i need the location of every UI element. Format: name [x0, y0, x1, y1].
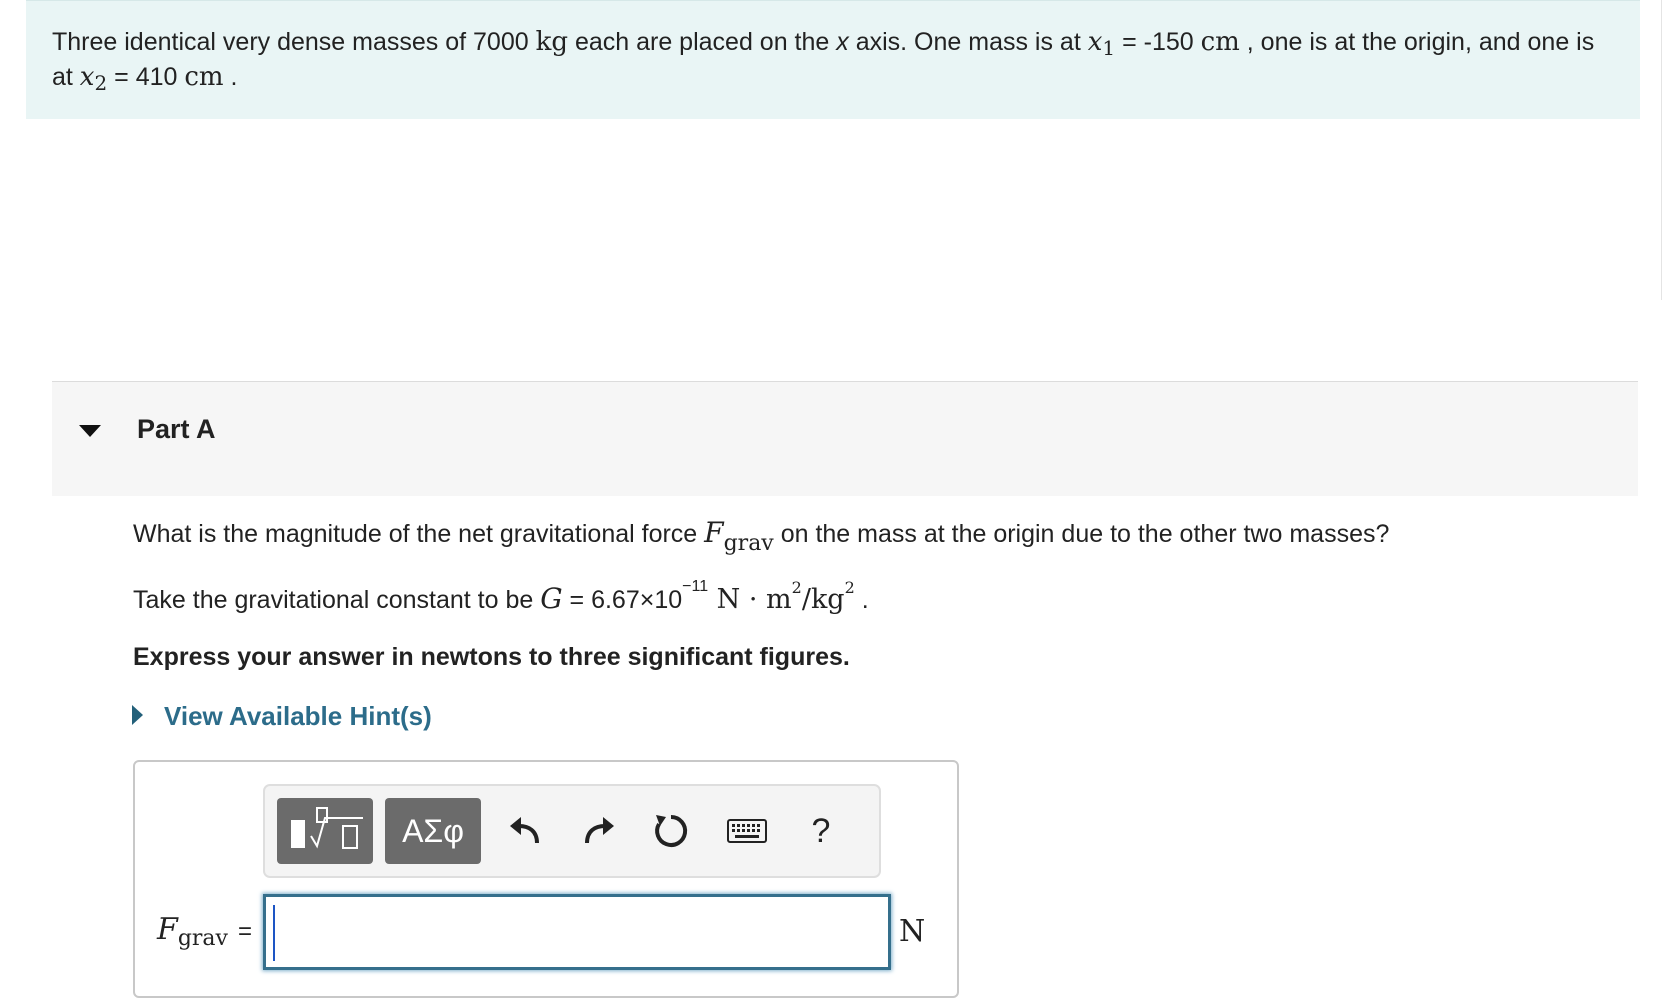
unit-square-1: 2	[791, 578, 802, 597]
intro-text-6: = 410	[107, 63, 185, 91]
unit-square-2: 2	[844, 578, 855, 597]
problem-intro: Three identical very dense masses of 700…	[26, 0, 1640, 119]
var-f-sub: grav	[723, 531, 774, 556]
var-x1: x	[1087, 27, 1103, 57]
view-hints-label[interactable]: View Available Hint(s)	[164, 701, 432, 732]
expand-caret-icon[interactable]	[132, 705, 143, 725]
unit-n-m: N · m	[708, 584, 792, 615]
help-icon: ?	[811, 811, 831, 850]
collapse-caret-icon[interactable]	[79, 425, 101, 437]
part-title: Part A	[137, 414, 216, 444]
answer-var-sub: grav	[177, 926, 228, 951]
question-text-1: What is the magnitude of the net gravita…	[133, 520, 705, 548]
intro-text-4: = -150	[1115, 28, 1201, 56]
constant-text-end: .	[854, 586, 869, 614]
answer-instructions: Express your answer in newtons to three …	[133, 643, 850, 671]
templates-icon	[291, 807, 363, 849]
math-toolbar: ΑΣφ ?	[263, 784, 881, 878]
question-text-2: on the mass at the origin due to the oth…	[773, 520, 1390, 548]
redo-icon	[585, 817, 614, 844]
constant-value: = 6.67×10	[562, 586, 683, 614]
var-f: F	[704, 516, 724, 549]
keyboard-button[interactable]	[717, 798, 777, 864]
intro-text-1: Three identical very dense masses of 700…	[52, 28, 536, 56]
question-text: What is the magnitude of the net gravita…	[133, 516, 1390, 556]
undo-icon	[510, 817, 539, 844]
answer-unit: N	[899, 914, 926, 949]
reset-button[interactable]	[641, 798, 701, 864]
unit-per-kg: /kg	[801, 584, 845, 615]
constant-exponent: −11	[682, 578, 709, 595]
unit-cm-2: cm	[184, 62, 224, 92]
intro-text-3: axis. One mass is at	[848, 28, 1088, 56]
part-a-header[interactable]: Part A	[52, 381, 1638, 496]
undo-button[interactable]	[495, 798, 555, 864]
keyboard-icon	[727, 819, 767, 843]
problem-statement: Three identical very dense masses of 700…	[52, 25, 1622, 95]
redo-button[interactable]	[569, 798, 629, 864]
answer-input[interactable]	[263, 894, 891, 970]
text-cursor	[273, 905, 275, 961]
intro-text-7: .	[223, 63, 238, 91]
greek-symbols-button[interactable]: ΑΣφ	[385, 798, 481, 864]
answer-label: Fgrav =	[157, 912, 252, 951]
equals-sign: =	[237, 918, 252, 945]
var-x1-sub: 1	[1102, 36, 1116, 60]
unit-cm-1: cm	[1200, 27, 1240, 57]
reset-icon	[655, 814, 688, 847]
gravitational-constant-text: Take the gravitational constant to be G …	[133, 578, 869, 615]
var-x2: x	[79, 62, 95, 92]
x-axis-label: x	[836, 28, 849, 56]
templates-button[interactable]	[277, 798, 373, 864]
constant-text-1: Take the gravitational constant to be	[133, 586, 541, 614]
var-x2-sub: 2	[94, 71, 108, 95]
help-button[interactable]: ?	[791, 798, 851, 864]
var-g: G	[540, 582, 563, 615]
intro-text-2: each are placed on the	[568, 28, 837, 56]
greek-symbols-label: ΑΣφ	[402, 813, 464, 849]
scrollbar[interactable]	[1661, 0, 1668, 300]
answer-box: ΑΣφ ? Fgrav = N	[133, 760, 959, 998]
answer-var-f: F	[157, 912, 178, 947]
unit-kg: kg	[535, 27, 568, 57]
